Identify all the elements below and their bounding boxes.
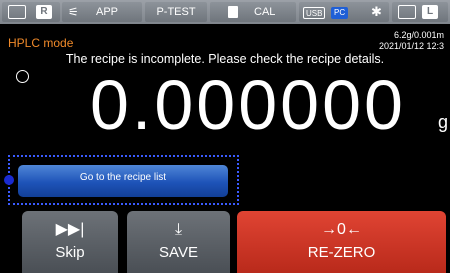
balance-screen: R ⚟ APP P-TEST CAL USB PC ✱ L HPLC mode … — [0, 0, 450, 273]
app-button[interactable]: ⚟ APP — [62, 2, 142, 22]
recipe-list-label: Go to the recipe list — [79, 172, 167, 183]
weight-unit: g — [438, 112, 449, 132]
save-label: SAVE — [159, 244, 198, 261]
window-icon — [8, 5, 26, 19]
recipe-warning-message: The recipe is incomplete. Please check t… — [65, 52, 385, 66]
pc-link-icon: PC — [331, 7, 349, 19]
weight-icon — [228, 6, 238, 18]
resolution-readout: 6.2g/0.001m — [393, 30, 444, 40]
l-badge: L — [422, 5, 438, 19]
rezero-button[interactable]: →0← RE-ZERO — [237, 211, 446, 273]
save-button[interactable]: ⤓ SAVE — [127, 211, 230, 273]
top-status-bar: R ⚟ APP P-TEST CAL USB PC ✱ L — [0, 0, 450, 24]
mode-label: HPLC mode — [8, 36, 74, 50]
recipe-list-button[interactable]: Go to the recipe list — [18, 165, 228, 197]
p-test-label: P-TEST — [156, 6, 196, 18]
rezero-icon: →0← — [321, 221, 362, 238]
stability-indicator-icon — [16, 70, 29, 83]
cal-button[interactable]: CAL — [210, 2, 296, 22]
app-icon: ⚟ — [68, 5, 79, 19]
skip-button[interactable]: ▶▶| Skip — [22, 211, 118, 273]
weight-value: 0.000000 — [90, 66, 406, 144]
app-label: APP — [96, 6, 119, 18]
rezero-label: RE-ZERO — [307, 244, 376, 261]
bluetooth-icon: ✱ — [371, 4, 382, 19]
window-icon-2 — [398, 5, 416, 19]
usb-icon: USB — [303, 7, 326, 19]
cal-label: CAL — [254, 6, 276, 18]
dual-range-button[interactable]: R — [2, 2, 60, 22]
download-icon: ⤓ — [174, 221, 183, 238]
skip-forward-icon: ▶▶| — [55, 221, 85, 238]
r-badge: R — [36, 5, 52, 19]
connection-status: USB PC ✱ — [299, 2, 389, 22]
skip-label: Skip — [55, 244, 85, 261]
datetime-readout: 2021/01/12 12:3 — [378, 41, 444, 51]
focus-pointer-icon — [4, 175, 14, 185]
level-button[interactable]: L — [392, 2, 448, 22]
p-test-button[interactable]: P-TEST — [145, 2, 207, 22]
